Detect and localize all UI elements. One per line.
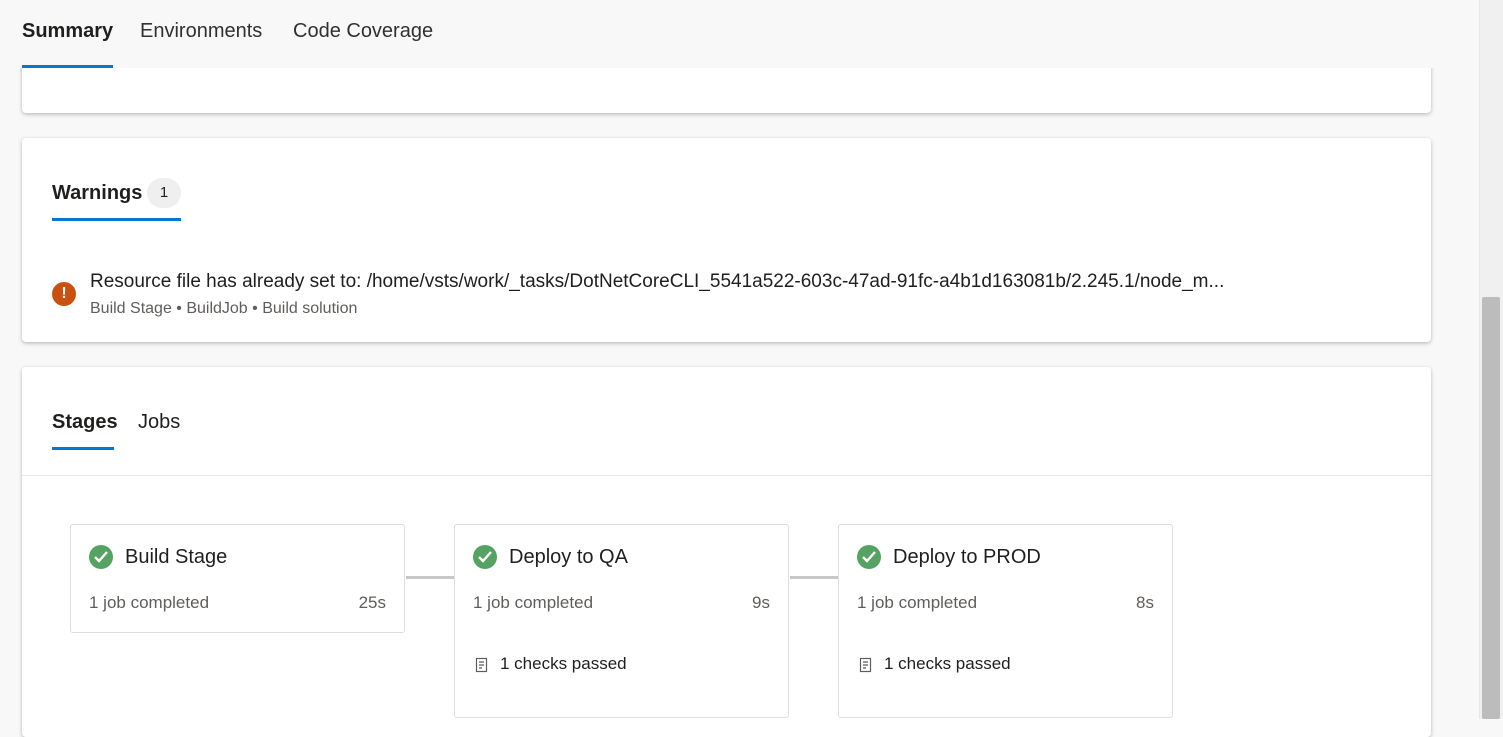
stage-card-deploy-prod[interactable]: Deploy to PROD 1 job completed 8s 1 chec… [838,524,1173,718]
stage-card-deploy-qa[interactable]: Deploy to QA 1 job completed 9s 1 checks… [454,524,789,718]
checklist-icon [475,657,489,678]
warning-message[interactable]: Resource file has already set to: /home/… [90,271,1224,293]
success-check-icon [857,545,881,569]
stage-checks[interactable]: 1 checks passed [500,654,627,674]
warning-icon: ! [52,282,76,306]
stage-card-build[interactable]: Build Stage 1 job completed 25s [70,524,405,633]
warnings-card: Warnings 1 ! Resource file has already s… [22,138,1431,342]
stage-status: 1 job completed [857,593,978,612]
warnings-count-badge: 1 [147,178,181,208]
stage-connector [790,576,838,579]
stage-duration: 9s [752,593,770,612]
stage-checks[interactable]: 1 checks passed [884,654,1011,674]
stages-divider [22,475,1431,476]
stage-status: 1 job completed [473,593,594,612]
scrollbar-thumb[interactable] [1482,297,1500,719]
tab-environments[interactable]: Environments [140,20,262,43]
stage-name: Deploy to QA [509,546,628,568]
stage-duration: 8s [1136,593,1154,612]
checklist-icon [859,657,873,678]
stage-status: 1 job completed [89,593,210,612]
tab-code-coverage[interactable]: Code Coverage [293,20,433,43]
top-tab-bar: Summary Environments Code Coverage [0,0,1479,68]
stage-connector [406,576,454,579]
warnings-underline [52,218,181,221]
warning-source-path: Build Stage • BuildJob • Build solution [90,300,358,317]
stages-underline [52,447,114,450]
tab-jobs[interactable]: Jobs [138,411,180,434]
tab-summary[interactable]: Summary [22,20,114,68]
success-check-icon [89,545,113,569]
warnings-heading[interactable]: Warnings [52,182,142,205]
success-check-icon [473,545,497,569]
tab-stages[interactable]: Stages [52,411,118,434]
stage-name: Build Stage [125,546,228,568]
stage-duration: 25s [358,593,386,612]
stages-card: Stages Jobs Build Stage 1 job completed … [22,367,1431,737]
stage-name: Deploy to PROD [893,546,1041,568]
